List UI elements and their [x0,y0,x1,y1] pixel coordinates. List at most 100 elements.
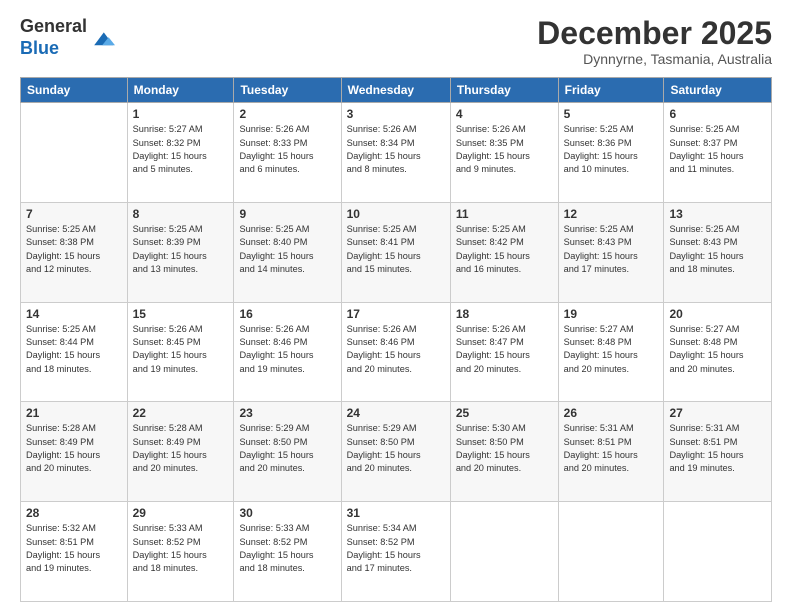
day-info: Sunrise: 5:26 AMSunset: 8:34 PMDaylight:… [347,123,445,176]
day-number: 3 [347,107,445,121]
day-cell: 22Sunrise: 5:28 AMSunset: 8:49 PMDayligh… [127,402,234,502]
day-number: 24 [347,406,445,420]
day-info: Sunrise: 5:32 AMSunset: 8:51 PMDaylight:… [26,522,122,575]
day-info: Sunrise: 5:29 AMSunset: 8:50 PMDaylight:… [347,422,445,475]
day-number: 31 [347,506,445,520]
day-number: 5 [564,107,659,121]
day-number: 25 [456,406,553,420]
day-cell: 17 Sunrise: 5:26 AMSunset: 8:46 PMDayligh… [341,302,450,402]
day-info: Sunrise: 5:25 AMSunset: 8:40 PMDaylight:… [239,223,335,276]
day-number: 20 [669,307,766,321]
day-cell: 2Sunrise: 5:26 AMSunset: 8:33 PMDaylight… [234,103,341,203]
day-cell: 3 Sunrise: 5:26 AMSunset: 8:34 PMDaylight… [341,103,450,203]
day-cell: 24 Sunrise: 5:29 AMSunset: 8:50 PMDayligh… [341,402,450,502]
logo-text: General Blue [20,16,87,59]
day-info: Sunrise: 5:26 AMSunset: 8:33 PMDaylight:… [239,123,335,176]
day-info: Sunrise: 5:26 AMSunset: 8:45 PMDaylight:… [133,323,229,376]
day-number: 26 [564,406,659,420]
day-info: Sunrise: 5:25 AMSunset: 8:43 PMDaylight:… [564,223,659,276]
day-cell: 8 Sunrise: 5:25 AMSunset: 8:39 PMDaylight… [127,202,234,302]
day-cell: 14 Sunrise: 5:25 AMSunset: 8:44 PMDayligh… [21,302,128,402]
day-cell [664,502,772,602]
header-cell-wednesday: Wednesday [341,78,450,103]
day-number: 6 [669,107,766,121]
day-number: 30 [239,506,335,520]
day-info: Sunrise: 5:29 AMSunset: 8:50 PMDaylight:… [239,422,335,475]
header-cell-saturday: Saturday [664,78,772,103]
day-number: 14 [26,307,122,321]
header-cell-tuesday: Tuesday [234,78,341,103]
day-number: 11 [456,207,553,221]
day-info: Sunrise: 5:25 AMSunset: 8:42 PMDaylight:… [456,223,553,276]
location: Dynnyrne, Tasmania, Australia [537,51,772,67]
day-cell: 25Sunrise: 5:30 AMSunset: 8:50 PMDayligh… [450,402,558,502]
logo: General Blue [20,16,115,59]
day-cell: 11 Sunrise: 5:25 AMSunset: 8:42 PMDayligh… [450,202,558,302]
day-cell: 5Sunrise: 5:25 AMSunset: 8:36 PMDaylight… [558,103,664,203]
day-cell: 30 Sunrise: 5:33 AMSunset: 8:52 PMDayligh… [234,502,341,602]
day-info: Sunrise: 5:34 AMSunset: 8:52 PMDaylight:… [347,522,445,575]
calendar-table: SundayMondayTuesdayWednesdayThursdayFrid… [20,77,772,602]
day-cell: 4 Sunrise: 5:26 AMSunset: 8:35 PMDaylight… [450,103,558,203]
day-cell: 26 Sunrise: 5:31 AMSunset: 8:51 PMDayligh… [558,402,664,502]
day-number: 18 [456,307,553,321]
day-info: Sunrise: 5:26 AMSunset: 8:46 PMDaylight:… [347,323,445,376]
day-number: 27 [669,406,766,420]
day-number: 1 [133,107,229,121]
logo-general: General [20,16,87,36]
day-info: Sunrise: 5:31 AMSunset: 8:51 PMDaylight:… [669,422,766,475]
day-info: Sunrise: 5:33 AMSunset: 8:52 PMDaylight:… [239,522,335,575]
day-number: 16 [239,307,335,321]
day-cell: 28 Sunrise: 5:32 AMSunset: 8:51 PMDayligh… [21,502,128,602]
day-number: 9 [239,207,335,221]
day-cell: 6 Sunrise: 5:25 AMSunset: 8:37 PMDaylight… [664,103,772,203]
day-info: Sunrise: 5:27 AMSunset: 8:32 PMDaylight:… [133,123,229,176]
month-title: December 2025 [537,16,772,51]
header-cell-friday: Friday [558,78,664,103]
day-cell: 19Sunrise: 5:27 AMSunset: 8:48 PMDayligh… [558,302,664,402]
day-cell: 16Sunrise: 5:26 AMSunset: 8:46 PMDayligh… [234,302,341,402]
day-cell: 9 Sunrise: 5:25 AMSunset: 8:40 PMDaylight… [234,202,341,302]
day-cell: 15 Sunrise: 5:26 AMSunset: 8:45 PMDayligh… [127,302,234,402]
page: General Blue December 2025 Dynnyrne, Tas… [0,0,792,612]
day-number: 17 [347,307,445,321]
day-info: Sunrise: 5:33 AMSunset: 8:52 PMDaylight:… [133,522,229,575]
day-info: Sunrise: 5:28 AMSunset: 8:49 PMDaylight:… [26,422,122,475]
day-info: Sunrise: 5:26 AMSunset: 8:35 PMDaylight:… [456,123,553,176]
day-cell [450,502,558,602]
day-number: 7 [26,207,122,221]
day-cell: 27 Sunrise: 5:31 AMSunset: 8:51 PMDayligh… [664,402,772,502]
title-block: December 2025 Dynnyrne, Tasmania, Austra… [537,16,772,67]
day-cell: 10Sunrise: 5:25 AMSunset: 8:41 PMDayligh… [341,202,450,302]
day-number: 21 [26,406,122,420]
logo-blue: Blue [20,38,59,58]
day-number: 13 [669,207,766,221]
day-info: Sunrise: 5:25 AMSunset: 8:38 PMDaylight:… [26,223,122,276]
day-info: Sunrise: 5:25 AMSunset: 8:44 PMDaylight:… [26,323,122,376]
day-info: Sunrise: 5:25 AMSunset: 8:39 PMDaylight:… [133,223,229,276]
day-cell: 12 Sunrise: 5:25 AMSunset: 8:43 PMDayligh… [558,202,664,302]
day-cell [558,502,664,602]
day-info: Sunrise: 5:27 AMSunset: 8:48 PMDaylight:… [669,323,766,376]
day-info: Sunrise: 5:27 AMSunset: 8:48 PMDaylight:… [564,323,659,376]
header-row: SundayMondayTuesdayWednesdayThursdayFrid… [21,78,772,103]
day-info: Sunrise: 5:31 AMSunset: 8:51 PMDaylight:… [564,422,659,475]
day-cell: 7 Sunrise: 5:25 AMSunset: 8:38 PMDaylight… [21,202,128,302]
day-info: Sunrise: 5:25 AMSunset: 8:41 PMDaylight:… [347,223,445,276]
day-number: 12 [564,207,659,221]
day-number: 22 [133,406,229,420]
day-number: 23 [239,406,335,420]
day-cell: 20 Sunrise: 5:27 AMSunset: 8:48 PMDayligh… [664,302,772,402]
day-info: Sunrise: 5:25 AMSunset: 8:43 PMDaylight:… [669,223,766,276]
day-number: 28 [26,506,122,520]
day-number: 8 [133,207,229,221]
week-row-3: 21 Sunrise: 5:28 AMSunset: 8:49 PMDayligh… [21,402,772,502]
day-cell: 1 Sunrise: 5:27 AMSunset: 8:32 PMDaylight… [127,103,234,203]
day-number: 29 [133,506,229,520]
day-info: Sunrise: 5:25 AMSunset: 8:37 PMDaylight:… [669,123,766,176]
week-row-2: 14 Sunrise: 5:25 AMSunset: 8:44 PMDayligh… [21,302,772,402]
day-cell: 18Sunrise: 5:26 AMSunset: 8:47 PMDayligh… [450,302,558,402]
day-number: 15 [133,307,229,321]
day-cell [21,103,128,203]
day-number: 4 [456,107,553,121]
